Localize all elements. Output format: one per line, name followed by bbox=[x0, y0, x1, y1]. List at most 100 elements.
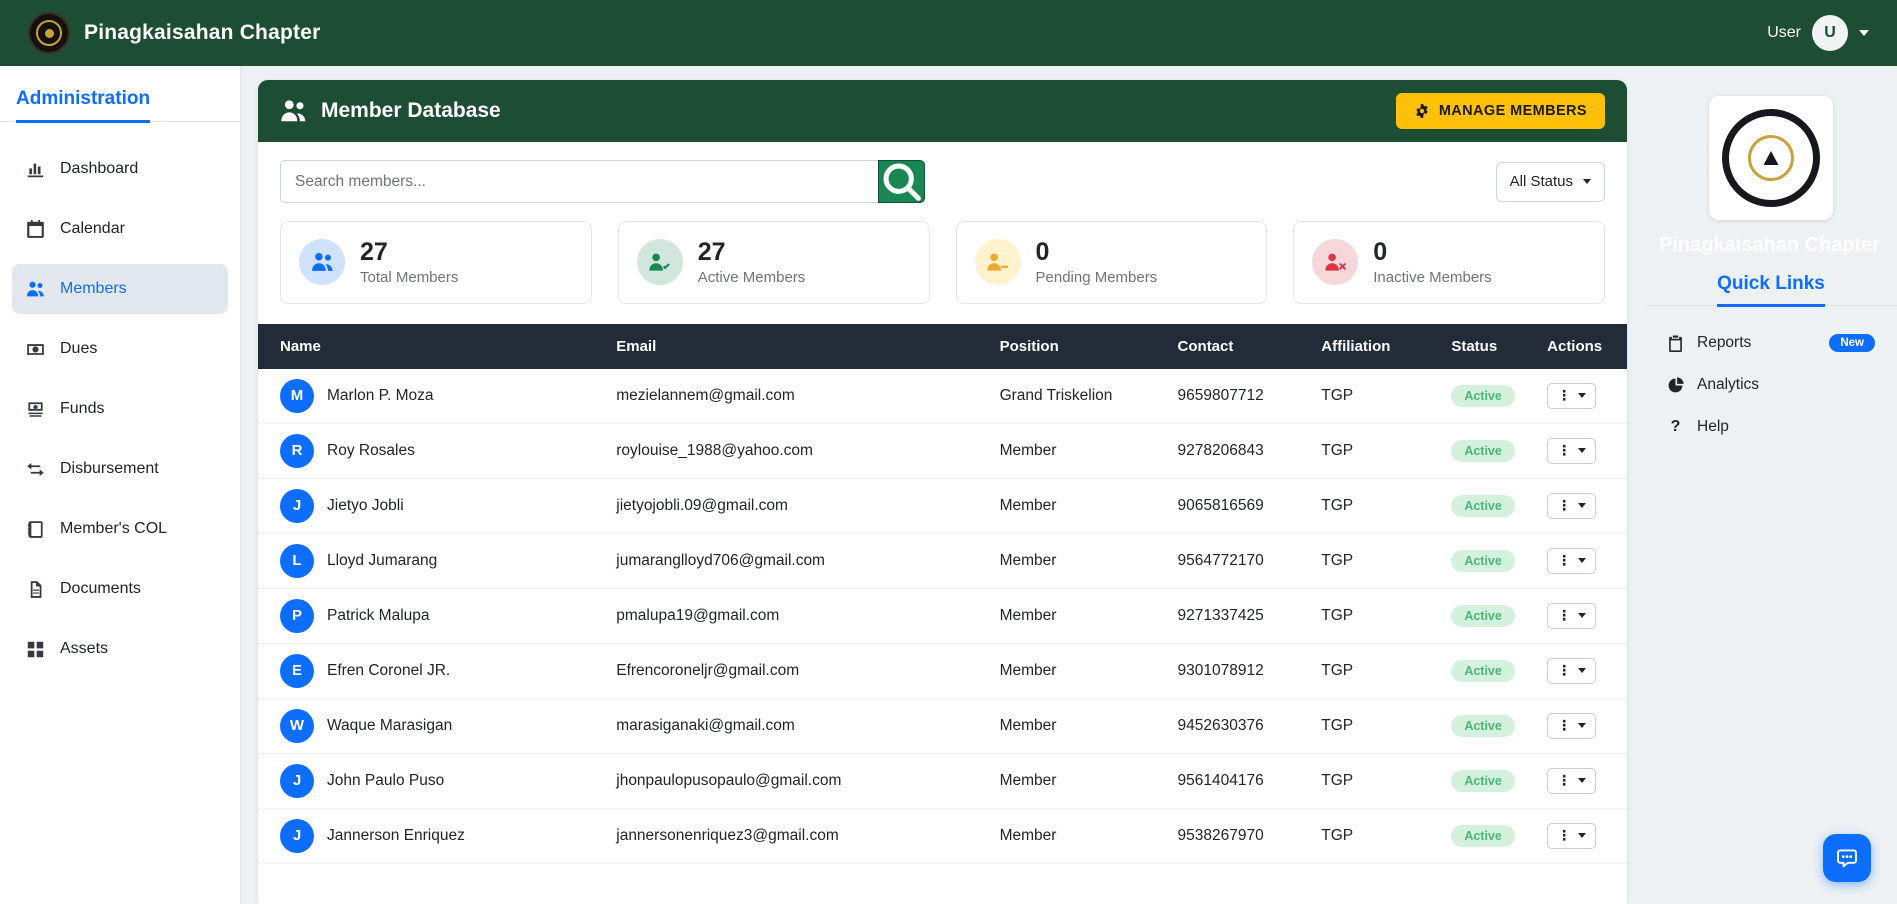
avatar: M bbox=[280, 379, 314, 413]
sidebar-item-documents[interactable]: Documents bbox=[12, 564, 228, 614]
member-contact: 9452630376 bbox=[1162, 698, 1306, 753]
person-dash-icon bbox=[975, 239, 1021, 285]
sidebar-nav: Dashboard Calendar Members Dues Funds Di… bbox=[0, 122, 240, 696]
avatar: W bbox=[280, 709, 314, 743]
avatar: P bbox=[280, 599, 314, 633]
member-affiliation: TGP bbox=[1305, 478, 1435, 533]
member-position: Member bbox=[984, 808, 1162, 863]
row-actions-button[interactable]: ⋮ bbox=[1547, 383, 1596, 409]
people-icon bbox=[26, 280, 45, 299]
right-sidebar: Pinagkaisahan Chapter Quick Links Report… bbox=[1645, 66, 1897, 904]
table-row: L Lloyd Jumarang jumaranglloyd706@gmail.… bbox=[258, 533, 1627, 588]
people-icon bbox=[280, 98, 307, 125]
stat-active-members: 27 Active Members bbox=[618, 221, 930, 304]
person-check-icon bbox=[637, 239, 683, 285]
column-status: Status bbox=[1435, 324, 1531, 369]
kebab-icon: ⋮ bbox=[1557, 829, 1571, 843]
sidebar-item-dashboard[interactable]: Dashboard bbox=[12, 144, 228, 194]
member-position: Member bbox=[984, 588, 1162, 643]
table-header: Name Email Position Contact Affiliation … bbox=[258, 324, 1627, 369]
grid-icon bbox=[26, 640, 45, 659]
avatar: J bbox=[280, 489, 314, 523]
member-contact: 9564772170 bbox=[1162, 533, 1306, 588]
row-actions-button[interactable]: ⋮ bbox=[1547, 603, 1596, 629]
user-menu[interactable]: User U bbox=[1767, 15, 1869, 51]
stat-value: 0 bbox=[1036, 239, 1158, 267]
column-affiliation: Affiliation bbox=[1305, 324, 1435, 369]
member-affiliation: TGP bbox=[1305, 369, 1435, 424]
member-name: John Paulo Puso bbox=[327, 772, 444, 790]
chevron-down-icon bbox=[1578, 558, 1586, 563]
member-contact: 9065816569 bbox=[1162, 478, 1306, 533]
member-position: Member bbox=[984, 478, 1162, 533]
member-name: Jietyo Jobli bbox=[327, 497, 404, 515]
column-contact: Contact bbox=[1162, 324, 1306, 369]
chapter-logo-card bbox=[1709, 96, 1833, 220]
search-button[interactable] bbox=[878, 160, 925, 203]
member-affiliation: TGP bbox=[1305, 698, 1435, 753]
row-actions-button[interactable]: ⋮ bbox=[1547, 548, 1596, 574]
member-position: Member bbox=[984, 423, 1162, 478]
member-name: Jannerson Enriquez bbox=[327, 827, 465, 845]
top-navbar: Pinagkaisahan Chapter User U bbox=[0, 0, 1897, 66]
member-email: pmalupa19@gmail.com bbox=[600, 588, 983, 643]
stat-total-members: 27 Total Members bbox=[280, 221, 592, 304]
table-row: J Jannerson Enriquez jannersonenriquez3@… bbox=[258, 808, 1627, 863]
row-actions-button[interactable]: ⋮ bbox=[1547, 658, 1596, 684]
sidebar-item-funds[interactable]: Funds bbox=[12, 384, 228, 434]
search-group bbox=[280, 160, 925, 203]
row-actions-button[interactable]: ⋮ bbox=[1547, 713, 1596, 739]
member-affiliation: TGP bbox=[1305, 753, 1435, 808]
quick-link-help[interactable]: ? Help bbox=[1661, 406, 1881, 448]
status-badge: Active bbox=[1451, 385, 1515, 407]
person-x-icon bbox=[1312, 239, 1358, 285]
people-icon bbox=[299, 239, 345, 285]
quick-link-reports[interactable]: Reports New bbox=[1661, 322, 1881, 364]
sidebar-item-disbursement[interactable]: Disbursement bbox=[12, 444, 228, 494]
quick-link-analytics[interactable]: Analytics bbox=[1661, 364, 1881, 406]
status-badge: Active bbox=[1451, 550, 1515, 572]
table-row: P Patrick Malupa pmalupa19@gmail.com Mem… bbox=[258, 588, 1627, 643]
chevron-down-icon bbox=[1859, 30, 1869, 36]
member-email: jumaranglloyd706@gmail.com bbox=[600, 533, 983, 588]
member-position: Member bbox=[984, 753, 1162, 808]
stat-label: Total Members bbox=[360, 269, 458, 286]
stat-value: 0 bbox=[1373, 239, 1491, 267]
stats-row: 27 Total Members 27 Active Members bbox=[258, 217, 1627, 324]
journal-icon bbox=[26, 520, 45, 539]
table-row: E Efren Coronel JR. Efrencoroneljr@gmail… bbox=[258, 643, 1627, 698]
member-email: jhonpaulopusopaulo@gmail.com bbox=[600, 753, 983, 808]
sidebar-item-assets[interactable]: Assets bbox=[12, 624, 228, 674]
member-email: jietyojobli.09@gmail.com bbox=[600, 478, 983, 533]
chat-button[interactable] bbox=[1823, 834, 1871, 882]
member-position: Member bbox=[984, 698, 1162, 753]
row-actions-button[interactable]: ⋮ bbox=[1547, 823, 1596, 849]
chapter-name: Pinagkaisahan Chapter bbox=[1645, 234, 1880, 257]
member-affiliation: TGP bbox=[1305, 588, 1435, 643]
sidebar-item-members-col[interactable]: Member's COL bbox=[12, 504, 228, 554]
chapter-seal-icon bbox=[1722, 109, 1820, 207]
sidebar-item-dues[interactable]: Dues bbox=[12, 324, 228, 374]
row-actions-button[interactable]: ⋮ bbox=[1547, 493, 1596, 519]
manage-members-button[interactable]: MANAGE MEMBERS bbox=[1396, 93, 1605, 129]
member-email: marasiganaki@gmail.com bbox=[600, 698, 983, 753]
member-name: Waque Marasigan bbox=[327, 717, 452, 735]
clipboard-icon bbox=[1667, 335, 1684, 352]
stat-value: 27 bbox=[360, 239, 458, 267]
chevron-down-icon bbox=[1578, 393, 1586, 398]
table-row: J Jietyo Jobli jietyojobli.09@gmail.com … bbox=[258, 478, 1627, 533]
stat-value: 27 bbox=[698, 239, 806, 267]
member-contact: 9561404176 bbox=[1162, 753, 1306, 808]
row-actions-button[interactable]: ⋮ bbox=[1547, 438, 1596, 464]
status-badge: Active bbox=[1451, 660, 1515, 682]
row-actions-button[interactable]: ⋮ bbox=[1547, 768, 1596, 794]
search-input[interactable] bbox=[280, 160, 878, 203]
status-filter-select[interactable]: All Status bbox=[1496, 162, 1605, 202]
sidebar-item-members[interactable]: Members bbox=[12, 264, 228, 314]
member-affiliation: TGP bbox=[1305, 808, 1435, 863]
cash-stack-icon bbox=[26, 400, 45, 419]
status-badge: Active bbox=[1451, 825, 1515, 847]
gear-icon bbox=[1414, 103, 1430, 119]
chevron-down-icon bbox=[1578, 668, 1586, 673]
sidebar-item-calendar[interactable]: Calendar bbox=[12, 204, 228, 254]
